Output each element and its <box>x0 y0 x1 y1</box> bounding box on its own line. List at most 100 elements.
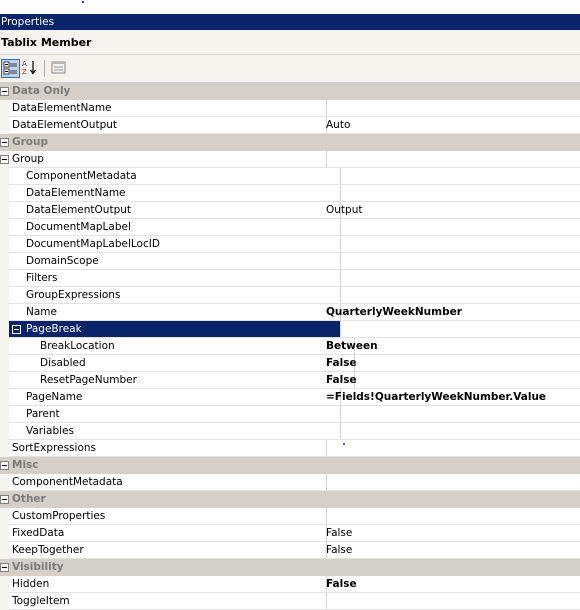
property-value[interactable] <box>324 151 580 168</box>
property-value[interactable] <box>324 185 580 202</box>
property-name: CustomProperties <box>9 508 327 525</box>
property-value[interactable]: Output <box>324 202 580 219</box>
property-row[interactable]: Disabled False <box>0 355 580 372</box>
property-row[interactable]: BreakLocation Between <box>0 338 580 355</box>
collapse-icon[interactable] <box>0 461 9 470</box>
object-selector[interactable]: Tablix Member <box>0 30 580 55</box>
categorized-icon <box>3 61 17 75</box>
property-name: ResetPageNumber <box>9 372 355 389</box>
top-strip <box>0 0 580 14</box>
category-group[interactable]: Group <box>0 134 580 151</box>
category-label: Data Only <box>12 85 71 97</box>
property-value[interactable] <box>324 270 580 287</box>
property-name: ComponentMetadata <box>9 474 327 491</box>
property-value[interactable]: False <box>324 372 580 389</box>
property-value[interactable] <box>324 440 580 457</box>
property-row-group[interactable]: Group <box>0 151 580 168</box>
collapse-icon[interactable] <box>0 87 9 96</box>
property-name: DataElementOutput <box>9 117 327 134</box>
property-pages-button[interactable] <box>50 59 69 78</box>
property-name: SortExpressions <box>9 440 327 457</box>
category-label: Misc <box>12 459 39 471</box>
property-row[interactable]: Parent <box>0 406 580 423</box>
property-row[interactable]: Name QuarterlyWeekNumber <box>0 304 580 321</box>
property-row[interactable]: ResetPageNumber False <box>0 372 580 389</box>
property-value[interactable] <box>324 219 580 236</box>
stray-dot <box>82 1 84 3</box>
property-row[interactable]: DocumentMapLabel <box>0 219 580 236</box>
category-other[interactable]: Other <box>0 491 580 508</box>
collapse-icon[interactable] <box>0 563 9 572</box>
alphabetical-sort-icon: A Z <box>22 60 36 76</box>
property-row[interactable]: CustomProperties <box>0 508 580 525</box>
property-value[interactable] <box>324 508 580 525</box>
property-value[interactable]: False <box>324 355 580 372</box>
svg-text:A: A <box>22 60 27 68</box>
stray-dot <box>343 443 345 445</box>
collapse-icon[interactable] <box>0 495 9 504</box>
property-value[interactable] <box>324 100 580 117</box>
property-row[interactable]: DomainScope <box>0 253 580 270</box>
property-row[interactable]: GroupExpressions <box>0 287 580 304</box>
property-pages-icon <box>51 61 66 74</box>
properties-toolbar: A Z <box>0 55 580 83</box>
property-value[interactable] <box>324 168 580 185</box>
property-row[interactable]: DocumentMapLabelLocID <box>0 236 580 253</box>
property-name: KeepTogether <box>9 542 327 559</box>
property-row[interactable]: Filters <box>0 270 580 287</box>
property-value[interactable] <box>324 287 580 304</box>
category-label: Group <box>12 136 49 148</box>
property-value[interactable] <box>324 253 580 270</box>
property-row[interactable]: DataElementName <box>0 100 580 117</box>
property-name: ToggleItem <box>9 593 327 610</box>
property-value[interactable]: Between <box>324 338 580 355</box>
collapse-icon[interactable] <box>12 325 21 334</box>
property-name: PageBreak <box>9 321 341 338</box>
property-value[interactable] <box>324 474 580 491</box>
property-name: DataElementOutput <box>9 202 341 219</box>
property-row[interactable]: Variables <box>0 423 580 440</box>
property-value[interactable]: False <box>324 525 580 542</box>
collapse-icon[interactable] <box>0 138 9 147</box>
property-value[interactable]: Auto <box>324 117 580 134</box>
property-name: Hidden <box>9 576 327 593</box>
property-row[interactable]: DataElementOutput Auto <box>0 117 580 134</box>
property-value[interactable] <box>324 406 580 423</box>
property-value[interactable]: QuarterlyWeekNumber <box>324 304 580 321</box>
collapse-icon[interactable] <box>0 155 9 164</box>
property-value[interactable]: False <box>324 576 580 593</box>
property-row[interactable]: SortExpressions <box>0 440 580 457</box>
property-row[interactable]: DataElementName <box>0 185 580 202</box>
property-name: DataElementName <box>9 100 327 117</box>
category-misc[interactable]: Misc <box>0 457 580 474</box>
property-grid: Data Only DataElementName DataElementOut… <box>0 83 580 610</box>
property-value[interactable] <box>324 423 580 440</box>
property-row[interactable]: ToggleItem <box>0 593 580 610</box>
property-name: PageName <box>9 389 341 406</box>
alphabetical-button[interactable]: A Z <box>21 59 40 78</box>
property-row-page-break[interactable]: PageBreak <box>0 321 580 338</box>
property-value[interactable] <box>324 236 580 253</box>
property-value[interactable] <box>324 593 580 610</box>
category-label: Other <box>12 493 46 505</box>
property-row[interactable]: KeepTogether False <box>0 542 580 559</box>
categorized-button[interactable] <box>1 59 20 78</box>
property-value[interactable]: =Fields!QuarterlyWeekNumber.Value <box>324 389 580 406</box>
property-name: DomainScope <box>9 253 341 270</box>
property-value[interactable]: False <box>324 542 580 559</box>
category-data-only[interactable]: Data Only <box>0 83 580 100</box>
object-name: Tablix Member <box>1 36 92 49</box>
property-row[interactable]: ComponentMetadata <box>0 474 580 491</box>
property-row[interactable]: Hidden False <box>0 576 580 593</box>
property-name: Filters <box>9 270 341 287</box>
panel-title: Properties <box>1 16 55 28</box>
category-visibility[interactable]: Visibility <box>0 559 580 576</box>
property-row[interactable]: ComponentMetadata <box>0 168 580 185</box>
category-label: Visibility <box>12 561 64 573</box>
property-row[interactable]: DataElementOutput Output <box>0 202 580 219</box>
property-name: DataElementName <box>9 185 341 202</box>
property-value[interactable] <box>324 321 580 338</box>
property-name: DocumentMapLabel <box>9 219 341 236</box>
property-row[interactable]: FixedData False <box>0 525 580 542</box>
property-row[interactable]: PageName =Fields!QuarterlyWeekNumber.Val… <box>0 389 580 406</box>
